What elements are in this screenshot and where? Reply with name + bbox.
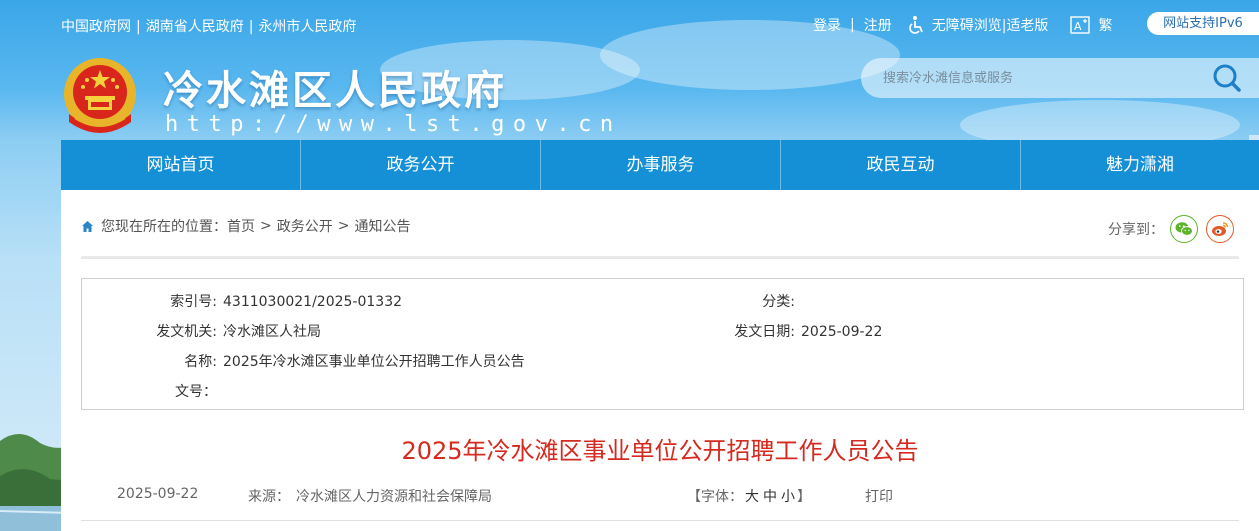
main-nav: 网站首页 政务公开 办事服务 政民互动 魅力潇湘 bbox=[61, 140, 1259, 190]
meta-issuer: 发文机关: 冷水滩区人社局 bbox=[156, 324, 321, 340]
breadcrumb-divider bbox=[81, 256, 1239, 259]
document-metadata: 索引号: 4311030021/2025-01332 分类: 发文机关: 冷水滩区人… bbox=[81, 278, 1244, 410]
breadcrumb: 您现在所在的位置： 首页 > 政务公开 > 通知公告 bbox=[81, 216, 410, 236]
traditional-chinese-toggle[interactable]: 繁 bbox=[1098, 15, 1112, 35]
nav-home[interactable]: 网站首页 bbox=[61, 140, 301, 190]
site-title: 冷水滩区人民政府 bbox=[163, 68, 507, 114]
article-source: 来源： 冷水滩区人力资源和社会保障局 bbox=[248, 489, 492, 505]
meta-date: 发文日期: 2025-09-22 bbox=[734, 324, 883, 340]
elderly-mode-icon[interactable]: A bbox=[1070, 16, 1091, 34]
content-panel: 您现在所在的位置： 首页 > 政务公开 > 通知公告 分享到： 索引号: 431… bbox=[61, 190, 1259, 531]
accessibility-icon bbox=[908, 16, 923, 34]
barrier-free-link[interactable]: 无障碍浏览| bbox=[932, 15, 1007, 35]
home-icon bbox=[82, 220, 93, 232]
print-button[interactable]: 打印 bbox=[865, 486, 893, 506]
nav-gov-affairs[interactable]: 政务公开 bbox=[301, 140, 541, 190]
share-bar: 分享到： bbox=[1108, 215, 1234, 243]
login-link[interactable]: 登录 bbox=[813, 15, 841, 35]
share-label: 分享到： bbox=[1108, 222, 1164, 238]
search-box bbox=[861, 58, 1259, 98]
info-divider bbox=[81, 520, 1239, 521]
search-icon bbox=[1213, 64, 1241, 92]
gov-links: 中国政府网 | 湖南省人民政府 | 永州市人民政府 bbox=[61, 19, 357, 35]
national-emblem-icon bbox=[64, 58, 136, 133]
breadcrumb-prefix: 您现在所在的位置： bbox=[101, 219, 227, 235]
font-medium-button[interactable]: 中 bbox=[763, 489, 777, 505]
share-wechat-button[interactable] bbox=[1170, 215, 1198, 243]
breadcrumb-home[interactable]: 首页 bbox=[227, 216, 255, 236]
link-hunan-gov[interactable]: 湖南省人民政府 bbox=[146, 19, 244, 35]
meta-category: 分类: bbox=[762, 294, 795, 310]
svg-text:A: A bbox=[1074, 20, 1082, 33]
article-title: 2025年冷水滩区事业单位公开招聘工作人员公告 bbox=[401, 437, 919, 465]
search-button[interactable] bbox=[1209, 61, 1245, 95]
breadcrumb-notices[interactable]: 通知公告 bbox=[354, 216, 410, 236]
link-yongzhou-gov[interactable]: 永州市人民政府 bbox=[258, 19, 356, 35]
font-large-button[interactable]: 大 bbox=[745, 489, 759, 505]
link-central-gov[interactable]: 中国政府网 bbox=[61, 19, 131, 35]
site-url: http://www.lst.gov.cn bbox=[165, 112, 622, 137]
article-date: 2025-09-22 bbox=[117, 486, 199, 502]
font-size-control: 【字体：大中小】 bbox=[687, 489, 811, 505]
font-small-button[interactable]: 小 bbox=[781, 489, 795, 505]
wechat-icon bbox=[1175, 222, 1193, 236]
meta-index: 索引号: 4311030021/2025-01332 bbox=[170, 294, 403, 310]
meta-docno: 文号： bbox=[175, 384, 217, 400]
meta-name: 名称: 2025年冷水滩区事业单位公开招聘工作人员公告 bbox=[184, 354, 525, 370]
search-input[interactable] bbox=[883, 67, 1203, 89]
ipv6-badge: 网站支持IPv6 bbox=[1147, 12, 1259, 35]
top-bar: 中国政府网 | 湖南省人民政府 | 永州市人民政府 登录 | 注册 无障碍浏览| 适老版… bbox=[0, 0, 1259, 46]
weibo-icon bbox=[1212, 222, 1229, 236]
nav-services[interactable]: 办事服务 bbox=[541, 140, 781, 190]
nav-charm-xiaoxiang[interactable]: 魅力潇湘 bbox=[1021, 140, 1259, 190]
user-tools: 登录 | 注册 无障碍浏览| 适老版 A 繁 bbox=[813, 15, 1113, 35]
breadcrumb-gov-affairs[interactable]: 政务公开 bbox=[277, 216, 333, 236]
share-weibo-button[interactable] bbox=[1206, 215, 1234, 243]
elderly-mode-link[interactable]: 适老版 bbox=[1006, 15, 1048, 35]
register-link[interactable]: 注册 bbox=[864, 15, 892, 35]
nav-interaction[interactable]: 政民互动 bbox=[781, 140, 1021, 190]
scenery-hills bbox=[0, 433, 70, 531]
